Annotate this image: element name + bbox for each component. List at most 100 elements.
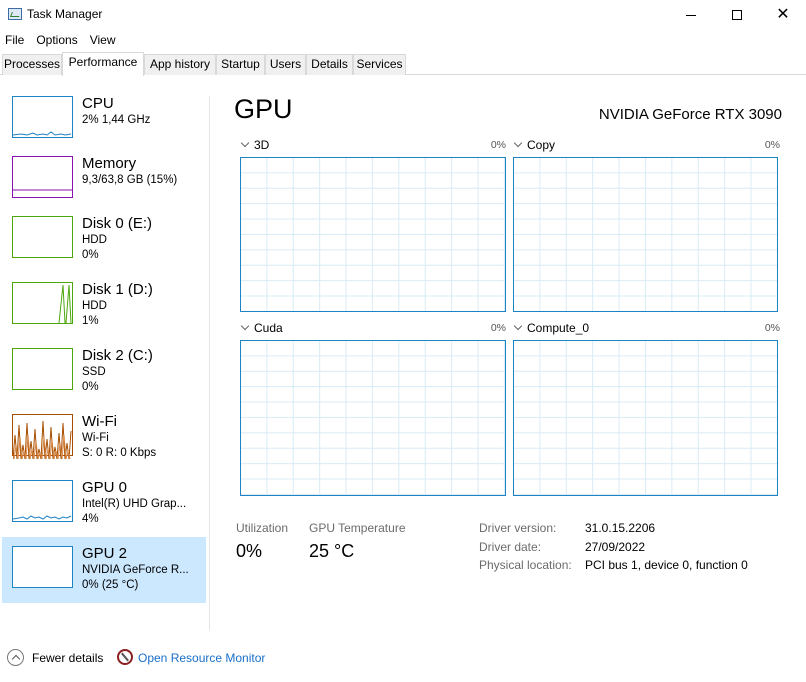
- disk-0-thumbnail-graph: [12, 216, 73, 258]
- sidebar-item-title: GPU 0: [82, 479, 128, 496]
- utilization-label: Utilization: [236, 521, 289, 535]
- sidebar-item-detail: 2% 1,44 GHz: [82, 114, 151, 126]
- minimize-icon: [686, 14, 696, 16]
- task-manager-app-icon: [8, 8, 22, 20]
- wifi-thumbnail-graph: [12, 414, 73, 460]
- resource-monitor-icon[interactable]: [117, 649, 133, 665]
- memory-sparkline: [13, 189, 72, 191]
- sidebar-item-detail: NVIDIA GeForce R...: [82, 564, 189, 576]
- sidebar-item-title: CPU: [82, 95, 114, 112]
- tab-strip: Processes Performance App history Startu…: [0, 52, 806, 76]
- menu-file[interactable]: File: [0, 31, 30, 49]
- sidebar-item-title: Memory: [82, 155, 137, 172]
- disk-1-thumbnail-graph: [12, 282, 73, 324]
- gpu-temperature-value: 25 °C: [309, 541, 355, 561]
- chevron-down-icon: [240, 321, 250, 331]
- graph-label: Compute_0: [527, 321, 590, 335]
- sidebar-item-cpu[interactable]: CPU 2% 1,44 GHz: [2, 88, 206, 154]
- physical-location-value: PCI bus 1, device 0, function 0: [585, 558, 748, 572]
- graph-cuda-selector[interactable]: Cuda: [240, 321, 283, 335]
- tab-processes[interactable]: Processes: [2, 54, 62, 75]
- sidebar-item-detail: 4%: [82, 513, 99, 525]
- sidebar-item-title: GPU 2: [82, 545, 128, 562]
- graph-3d-percent: 0%: [490, 139, 506, 151]
- collapse-chevron-icon[interactable]: [7, 649, 24, 666]
- graph-compute-0-percent: 0%: [764, 322, 780, 334]
- sidebar-item-gpu-2[interactable]: GPU 2 NVIDIA GeForce R... 0% (25 °C): [2, 537, 206, 603]
- graph-compute-0-selector[interactable]: Compute_0: [513, 321, 589, 335]
- tab-app-history[interactable]: App history: [144, 54, 216, 75]
- sidebar-item-detail: S: 0 R: 0 Kbps: [82, 447, 157, 459]
- sidebar-item-detail: Wi-Fi: [82, 432, 109, 444]
- window-title: Task Manager: [27, 7, 103, 21]
- tab-services[interactable]: Services: [353, 54, 406, 75]
- disk-2-thumbnail-graph: [12, 348, 73, 390]
- sidebar-item-disk-0[interactable]: Disk 0 (E:) HDD 0%: [2, 208, 206, 274]
- sidebar-item-title: Disk 0 (E:): [82, 215, 153, 232]
- sidebar-item-detail: 0%: [82, 249, 99, 261]
- cpu-sparkline: [12, 131, 72, 136]
- graph-copy-selector[interactable]: Copy: [513, 138, 555, 152]
- graph-label: 3D: [254, 138, 270, 152]
- close-icon: ✕: [776, 6, 790, 23]
- gpu-model-name: NVIDIA GeForce RTX 3090: [598, 106, 782, 123]
- sidebar-item-title: Disk 1 (D:): [82, 281, 153, 298]
- sidebar-item-wifi[interactable]: Wi-Fi Wi-Fi S: 0 R: 0 Kbps: [2, 406, 206, 472]
- sidebar-item-title: Disk 2 (C:): [82, 347, 153, 364]
- tab-users[interactable]: Users: [265, 54, 306, 75]
- driver-version-label: Driver version:: [479, 521, 557, 535]
- driver-version-value: 31.0.15.2206: [585, 521, 656, 535]
- memory-thumbnail-graph: [12, 156, 73, 198]
- minimize-button[interactable]: [668, 0, 714, 30]
- sidebar-item-title: Wi-Fi: [82, 413, 117, 430]
- page-title: GPU: [234, 94, 293, 124]
- driver-date-label: Driver date:: [479, 540, 542, 554]
- gpu-0-thumbnail-graph: [12, 480, 73, 522]
- maximize-button[interactable]: [714, 0, 760, 30]
- graph-3d-selector[interactable]: 3D: [240, 138, 269, 152]
- graph-3d: [240, 157, 506, 312]
- sidebar-item-detail: 0%: [82, 381, 99, 393]
- close-button[interactable]: ✕: [760, 0, 806, 30]
- cpu-thumbnail-graph: [12, 96, 73, 138]
- physical-location-label: Physical location:: [479, 558, 572, 572]
- utilization-value: 0%: [236, 541, 263, 561]
- maximize-icon: [732, 10, 742, 20]
- sidebar-item-memory[interactable]: Memory 9,3/63,8 GB (15%): [2, 148, 206, 214]
- tab-details[interactable]: Details: [306, 54, 353, 75]
- sidebar-item-detail: Intel(R) UHD Grap...: [82, 498, 187, 510]
- sidebar-item-detail: 0% (25 °C): [82, 579, 139, 591]
- chevron-down-icon: [513, 138, 523, 148]
- graph-copy: [513, 157, 778, 312]
- sidebar-item-gpu-0[interactable]: GPU 0 Intel(R) UHD Grap... 4%: [2, 472, 206, 538]
- graph-cuda: [240, 340, 506, 496]
- graph-compute-0: [513, 340, 778, 496]
- chevron-down-icon: [513, 321, 523, 331]
- sidebar-item-disk-1[interactable]: Disk 1 (D:) HDD 1%: [2, 274, 206, 340]
- tab-performance[interactable]: Performance: [62, 52, 144, 76]
- menu-view[interactable]: View: [84, 31, 122, 49]
- menu-options[interactable]: Options: [30, 31, 83, 49]
- gpu-2-thumbnail-graph: [12, 546, 73, 588]
- gpu-temperature-label: GPU Temperature: [309, 521, 406, 535]
- open-resource-monitor-link[interactable]: Open Resource Monitor: [138, 651, 265, 665]
- sidebar-item-disk-2[interactable]: Disk 2 (C:) SSD 0%: [2, 340, 206, 406]
- tab-startup[interactable]: Startup: [216, 54, 265, 75]
- gpu-0-sparkline: [12, 515, 72, 520]
- graph-label: Cuda: [254, 321, 283, 335]
- graph-label: Copy: [527, 138, 556, 152]
- graph-cuda-percent: 0%: [490, 322, 506, 334]
- graph-copy-percent: 0%: [764, 139, 780, 151]
- chevron-down-icon: [240, 138, 250, 148]
- menu-bar: File Options View: [0, 31, 122, 49]
- sidebar-item-detail: HDD: [82, 234, 107, 246]
- fewer-details-button[interactable]: Fewer details: [32, 651, 103, 665]
- footer: Fewer details Open Resource Monitor: [0, 648, 806, 668]
- disk-1-sparkline: [58, 284, 72, 324]
- sidebar-item-detail: 9,3/63,8 GB (15%): [82, 174, 178, 186]
- sidebar-divider: [209, 96, 210, 630]
- sidebar-item-detail: 1%: [82, 315, 99, 327]
- sidebar-item-detail: HDD: [82, 300, 107, 312]
- sidebar-item-detail: SSD: [82, 366, 106, 378]
- title-bar[interactable]: Task Manager ✕: [0, 0, 806, 30]
